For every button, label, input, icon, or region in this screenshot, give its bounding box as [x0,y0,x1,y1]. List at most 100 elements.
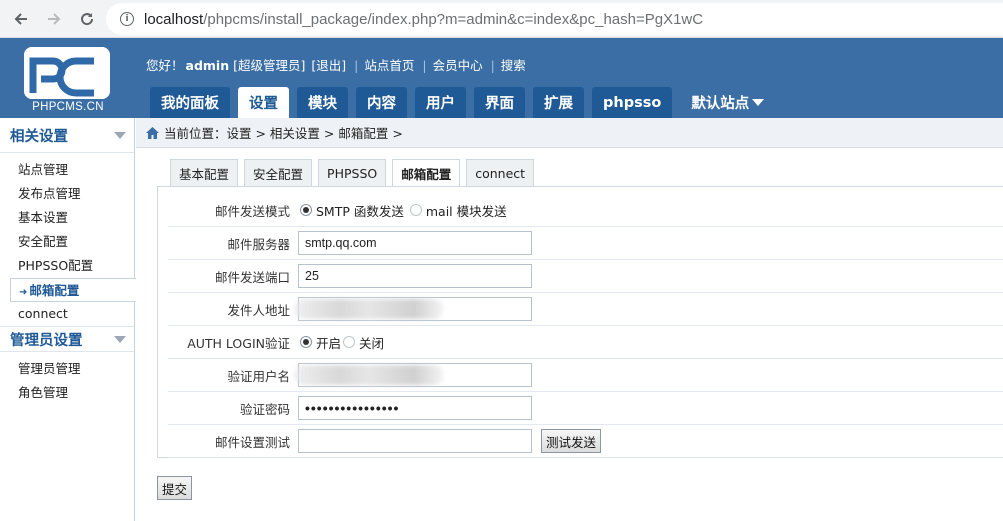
test-email-input[interactable] [298,429,532,453]
smtp-radio[interactable] [300,204,312,216]
sidebar-item-label: 邮箱配置 [29,283,80,298]
breadcrumb: 当前位置： 设置 > 相关设置 > 邮箱配置 > [136,118,1003,148]
site-select-label: 默认站点 [691,96,750,112]
test-label: 邮件设置测试 [214,434,290,450]
site-select-dropdown[interactable]: 默认站点 [680,87,775,118]
sidebar-item-admin-management[interactable]: 管理员管理 [0,357,134,381]
form-row-password: 验证密码 •••••••••••••••• [168,392,1003,425]
port-input[interactable]: 25 [298,264,532,288]
sidebar-item-mail[interactable]: ➜ 邮箱配置 [10,278,136,302]
form-row-server: 邮件服务器 smtp.qq.com [168,227,1003,260]
home-icon [146,126,159,139]
info-icon[interactable]: i [120,12,134,26]
mail-module-radio[interactable] [409,204,422,216]
sidebar-item-site-management[interactable]: 站点管理 [0,158,134,182]
tab-interface[interactable]: 界面 [474,87,525,118]
mail-settings-form: 邮件发送模式 SMTP 函数发送 mail 模块发送 邮件服务器 smtp.qq… [157,186,1003,458]
arrow-right-icon: ➜ [19,287,28,298]
search-link[interactable]: 搜索 [501,58,526,73]
sidebar-item-connect[interactable]: connect [0,302,134,326]
chevron-down-icon [752,99,765,106]
form-row-port: 邮件发送端口 25 [168,260,1003,293]
tab-extensions[interactable]: 扩展 [533,87,584,118]
logo-text: PHPCMS.CN [32,101,104,113]
tab-basic-config[interactable]: 基本配置 [170,159,239,186]
member-center-link[interactable]: 会员中心 [433,58,483,73]
back-icon[interactable] [9,7,33,31]
sidebar-item-phpsso[interactable]: PHPSSO配置 [0,254,134,278]
mail-mode-options: SMTP 函数发送 mail 模块发送 [298,201,507,220]
auth-off-radio[interactable] [343,336,356,348]
form-row-from: 发件人地址 [168,293,1003,326]
tab-my-panel[interactable]: 我的面板 [150,87,230,118]
main-nav: 我的面板 设置 模块 内容 用户 界面 扩展 phpsso 默认站点 [150,87,783,118]
submit-wrapper: 提交 [157,476,193,500]
breadcrumb-path: 设置 > 相关设置 > 邮箱配置 > [226,126,403,141]
tab-phpsso[interactable]: PHPSSO [318,159,387,186]
redacted-blur [294,365,444,385]
smtp-radio-label[interactable]: SMTP 函数发送 [316,201,404,220]
user-role: [超级管理员] [233,58,306,73]
tab-phpsso[interactable]: phpsso [592,87,673,118]
username: admin [185,58,230,73]
user-bar: 您好！ admin [超级管理员] [退出] | 站点首页 | 会员中心 | 搜索 [146,55,528,74]
app-header: PHPCMS.CN 您好！ admin [超级管理员] [退出] | 站点首页 | 会员中… [0,38,1003,118]
form-row-auth: AUTH LOGIN验证 开启 关闭 [168,326,1003,359]
auth-label: AUTH LOGIN验证 [187,335,290,351]
test-send-button[interactable]: 测试发送 [541,429,602,453]
sidebar-item-security[interactable]: 安全配置 [0,230,134,254]
sidebar-group-title: 管理员设置 [10,332,83,349]
separator: | [490,58,495,73]
mail-module-radio-label[interactable]: mail 模块发送 [426,201,507,220]
auth-off-label[interactable]: 关闭 [359,333,384,352]
url-host: localhost [144,10,204,28]
sidebar-item-basic-settings[interactable]: 基本设置 [0,206,134,230]
browser-toolbar: i localhost/phpcms/install_package/index… [0,0,1003,38]
auth-on-radio[interactable] [300,336,312,348]
sidebar-group-title: 相关设置 [10,128,68,145]
username-label: 验证用户名 [227,368,290,384]
submit-button[interactable]: 提交 [157,476,193,500]
tab-connect[interactable]: connect [466,159,535,186]
from-address-label: 发件人地址 [227,302,290,318]
server-input[interactable]: smtp.qq.com [298,231,532,255]
sidebar-item-release-points[interactable]: 发布点管理 [0,182,134,206]
tab-security-config[interactable]: 安全配置 [244,159,313,186]
tab-settings[interactable]: 设置 [238,87,289,118]
logout-link[interactable]: [退出] [311,58,346,73]
sidebar-group-related-settings[interactable]: 相关设置 [0,118,134,153]
site-home-link[interactable]: 站点首页 [364,58,414,73]
tab-content[interactable]: 内容 [356,87,407,118]
separator: | [422,58,427,73]
auth-options: 开启 关闭 [298,333,384,352]
sidebar: 相关设置 站点管理 发布点管理 基本设置 安全配置 PHPSSO配置 ➜ 邮箱配置… [0,118,136,521]
port-label: 邮件发送端口 [214,269,290,285]
reload-icon[interactable] [75,7,99,31]
collapse-icon[interactable] [114,131,126,139]
server-label: 邮件服务器 [227,236,290,252]
sidebar-item-role-management[interactable]: 角色管理 [0,381,134,405]
redacted-blur [294,299,444,319]
url-text: localhost/phpcms/install_package/index.p… [144,11,703,28]
sidebar-group-admin-settings[interactable]: 管理员设置 [0,326,134,352]
separator: | [354,58,359,73]
tab-users[interactable]: 用户 [415,87,466,118]
forward-icon[interactable] [42,7,66,31]
form-row-mail-mode: 邮件发送模式 SMTP 函数发送 mail 模块发送 [168,194,1003,227]
form-row-username: 验证用户名 [168,359,1003,392]
collapse-icon[interactable] [114,335,126,343]
mail-mode-label: 邮件发送模式 [214,203,290,219]
tab-mail-config[interactable]: 邮箱配置 [392,159,461,187]
logo[interactable]: PHPCMS.CN [22,47,114,113]
tab-modules[interactable]: 模块 [297,87,348,118]
form-row-test: 邮件设置测试 测试发送 [168,425,1003,458]
url-path: /phpcms/install_package/index.php?m=admi… [203,10,704,28]
logo-mark [24,47,110,99]
breadcrumb-prefix: 当前位置： [164,126,227,141]
auth-on-label[interactable]: 开启 [316,333,341,352]
greeting-text: 您好！ [146,58,184,73]
settings-tabs: 基本配置 安全配置 PHPSSO 邮箱配置 connect [170,159,540,187]
password-input[interactable]: •••••••••••••••• [298,396,532,420]
address-bar[interactable]: i localhost/phpcms/install_package/index… [106,3,1003,35]
password-label: 验证密码 [239,401,290,417]
